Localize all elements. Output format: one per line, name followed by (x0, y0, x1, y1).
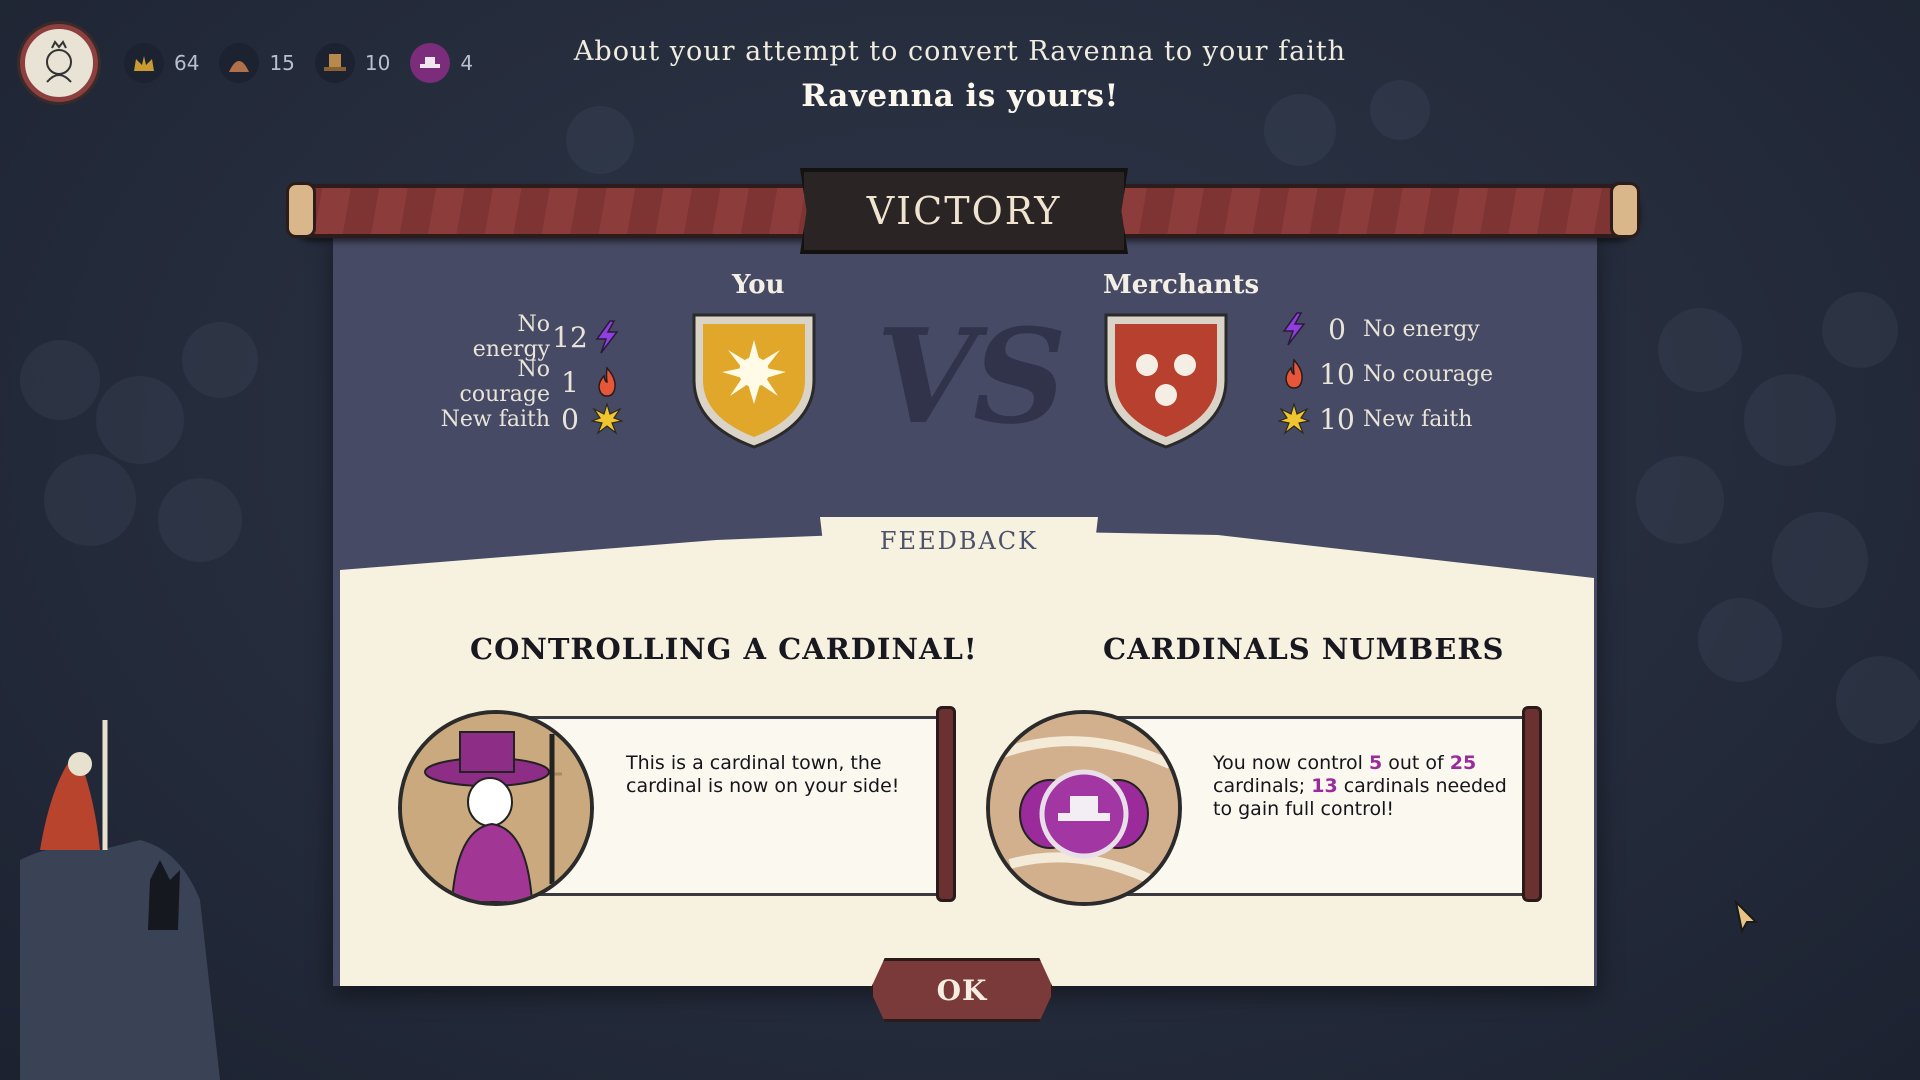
lightning-icon (1277, 312, 1311, 346)
cardinal-portrait-icon (398, 710, 594, 906)
cursor-icon (1734, 900, 1759, 934)
header-subtitle: About your attempt to convert Ravenna to… (573, 36, 1347, 67)
ok-button[interactable]: OK (870, 958, 1054, 1022)
star-burst-icon (1277, 402, 1311, 436)
feedback-tab: FEEDBACK (820, 517, 1098, 565)
opp-stat-faith: 10 New faith (1277, 402, 1472, 436)
you-stat-faith: New faith 0 (440, 402, 624, 436)
opp-stat-energy: 0 No energy (1277, 312, 1480, 346)
opp-stat-courage: 10 No courage (1277, 357, 1493, 391)
rod-cap-left (286, 182, 316, 238)
victory-label: VICTORY (866, 189, 1062, 233)
controlled-count: 5 (1368, 752, 1383, 774)
cardinal-badge-icon (986, 710, 1182, 906)
versus-label: VS (876, 300, 1067, 453)
card-text-numbers: You now control 5 out of 25 cardinals; 1… (1213, 752, 1507, 820)
flame-icon (590, 365, 624, 399)
flame-icon (1277, 357, 1311, 391)
parchment-roll (1522, 706, 1542, 902)
you-title: You (732, 270, 785, 300)
you-shield-icon (692, 313, 816, 449)
card-title-cardinal: CONTROLLING A CARDINAL! (470, 632, 978, 666)
card-text-cardinal: This is a cardinal town, the cardinal is… (626, 752, 900, 797)
header-title: Ravenna is yours! (801, 78, 1119, 114)
you-stat-courage: No courage 1 (440, 357, 624, 407)
lightning-icon (590, 320, 624, 354)
merchants-shield-icon (1104, 313, 1228, 449)
you-stat-energy: No energy 12 (440, 312, 624, 362)
opponent-title: Merchants (1103, 270, 1260, 300)
needed-count: 13 (1311, 775, 1338, 797)
card-title-numbers: CARDINALS NUMBERS (1103, 632, 1505, 666)
star-burst-icon (590, 402, 624, 436)
total-count: 25 (1449, 752, 1477, 774)
rod-cap-right (1610, 182, 1640, 238)
parchment-roll (936, 706, 956, 902)
victory-banner: VICTORY (800, 168, 1128, 254)
hero-illustration (20, 720, 220, 1080)
